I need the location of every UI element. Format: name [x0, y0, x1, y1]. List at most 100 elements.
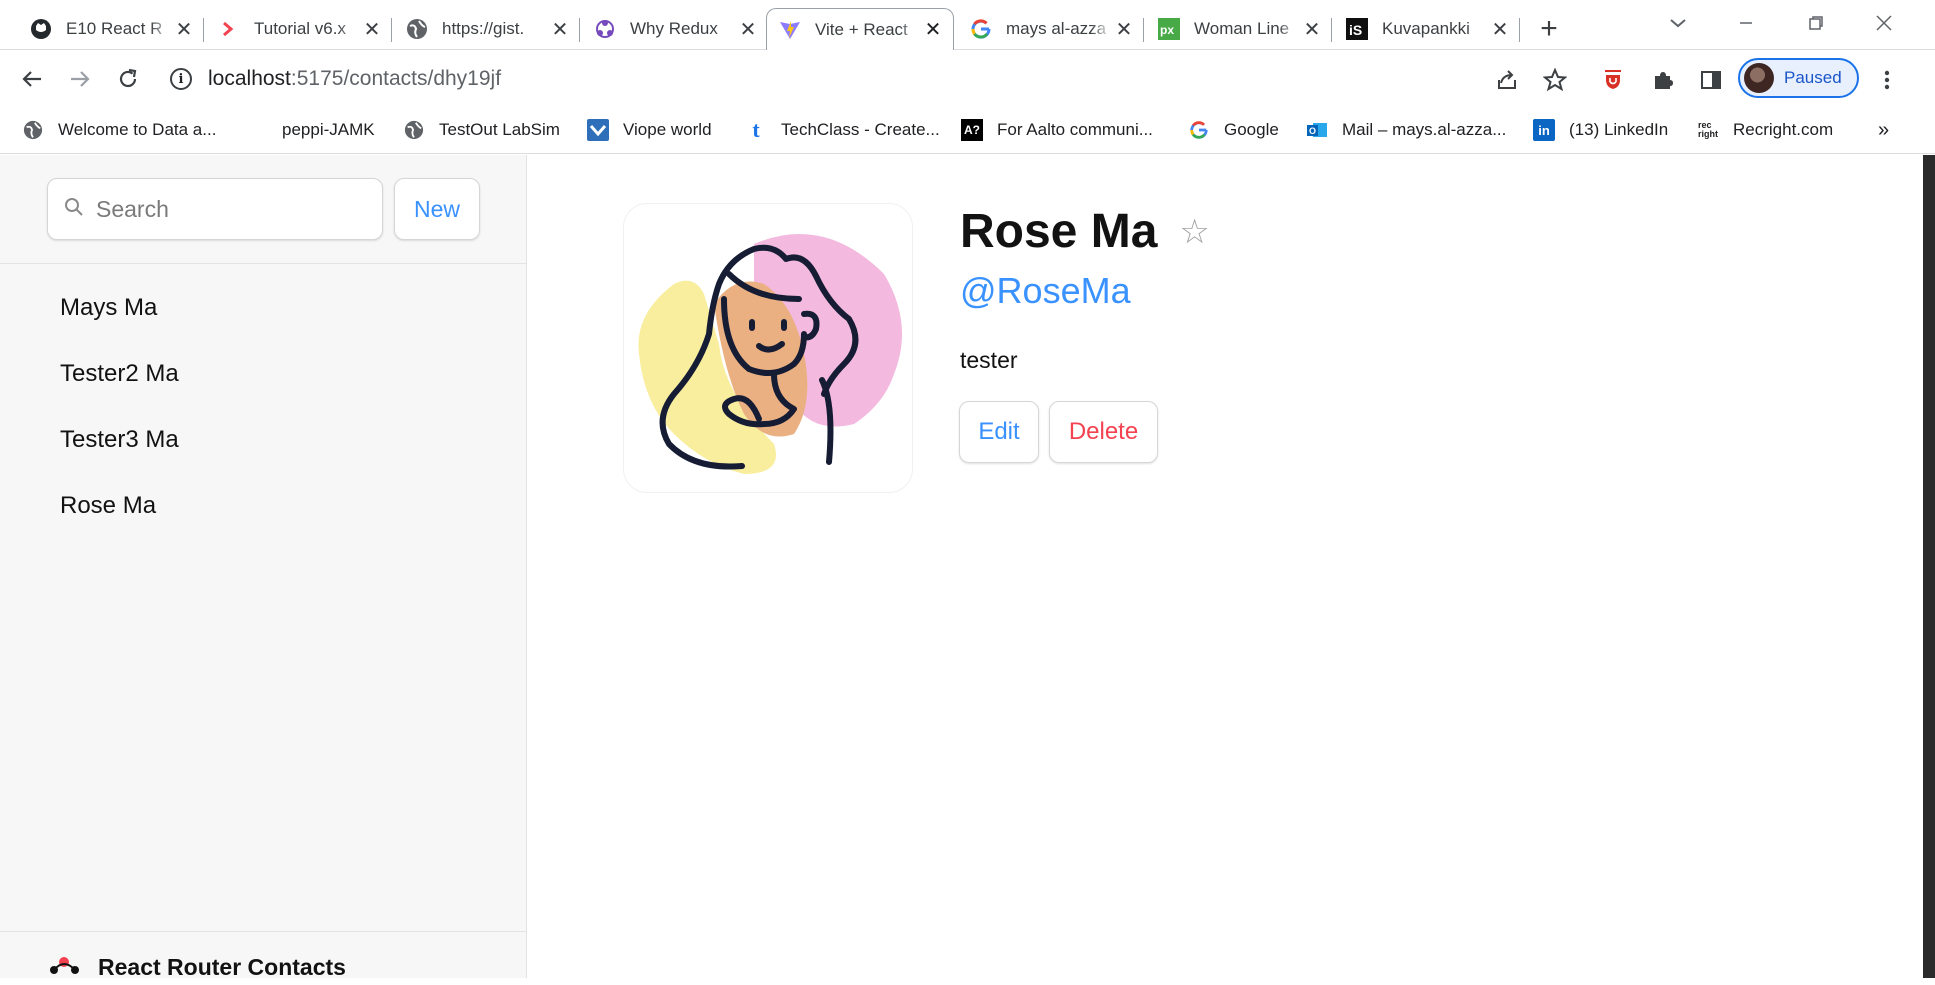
close-icon[interactable]: ✕ [172, 17, 196, 41]
svg-text:iS: iS [1349, 22, 1362, 38]
linkedin-icon: in [1533, 119, 1555, 141]
vite-icon [779, 19, 801, 41]
profile-status-label: Paused [1784, 68, 1842, 87]
tab-title: E10 React R [66, 19, 163, 38]
browser-tab[interactable]: https://gist. ✕ [394, 8, 580, 50]
close-icon[interactable]: ✕ [360, 17, 384, 41]
footer-brand: React Router Contacts [98, 954, 346, 980]
github-icon [30, 18, 52, 40]
contact-list-item[interactable]: Tester3 Ma [0, 407, 526, 473]
tab-title: Tutorial v6.x [254, 19, 346, 38]
new-tab-plus-icon[interactable]: + [1532, 12, 1566, 46]
contact-name-text: Rose Ma [960, 205, 1158, 258]
address-bar[interactable]: i localhost:5175/contacts/dhy19jf [170, 59, 1470, 99]
profile-button[interactable]: Paused [1738, 58, 1859, 98]
delete-button[interactable]: Delete [1049, 401, 1158, 463]
url-path: :5175/contacts/dhy19jf [290, 67, 502, 90]
search-input[interactable]: Search [47, 178, 383, 240]
browser-tab-active[interactable]: Vite + React ✕ [766, 8, 954, 50]
techclass-icon: t [752, 117, 760, 142]
bookmark-label: Viope world [623, 120, 712, 139]
search-placeholder: Search [96, 195, 169, 222]
google-icon [970, 18, 992, 40]
window-edge-strip [1923, 155, 1935, 978]
viope-icon [587, 119, 609, 141]
bookmark-item[interactable]: rec right Recright.com [1697, 116, 1833, 144]
close-icon[interactable]: ✕ [1300, 17, 1324, 41]
browser-tab[interactable]: px Woman Line ✕ [1146, 8, 1332, 50]
browser-tab[interactable]: Tutorial v6.x ✕ [206, 8, 392, 50]
sidebar-footer: React Router Contacts [0, 931, 526, 980]
globe-icon [403, 119, 425, 141]
search-icon [64, 197, 84, 222]
bookmark-item[interactable]: peppi-JAMK [282, 116, 375, 144]
bookmark-star-icon[interactable] [1540, 65, 1570, 95]
close-icon[interactable]: ✕ [921, 18, 945, 42]
extension-shield-icon[interactable] [1598, 65, 1628, 95]
bookmark-label: Recright.com [1733, 120, 1834, 139]
react-router-logo-icon [46, 954, 82, 980]
bookmark-item[interactable]: Google [1188, 116, 1279, 144]
recright-icon: rec right [1698, 120, 1718, 139]
bookmark-item[interactable]: in (13) LinkedIn [1533, 116, 1668, 144]
close-icon[interactable]: ✕ [1112, 17, 1136, 41]
restore-icon[interactable] [1796, 8, 1836, 38]
browser-tab[interactable]: mays al-azza ✕ [958, 8, 1144, 50]
tab-separator [1519, 18, 1520, 42]
tab-title: mays al-azza [1006, 19, 1107, 38]
browser-tab[interactable]: Why Redux ✕ [582, 8, 768, 50]
bookmark-label: (13) LinkedIn [1569, 120, 1669, 139]
back-arrow-icon[interactable] [16, 63, 48, 95]
tab-search-chevron-icon[interactable] [1658, 8, 1698, 38]
kebab-menu-icon[interactable] [1872, 65, 1902, 95]
pixabay-icon: px [1158, 18, 1180, 40]
tab-separator [1143, 18, 1144, 42]
close-window-icon[interactable] [1864, 8, 1904, 38]
aalto-icon: A? [961, 119, 983, 141]
favorite-star-icon[interactable]: ☆ [1179, 212, 1209, 252]
new-contact-button[interactable]: New [394, 178, 480, 240]
minimize-icon[interactable] [1726, 8, 1766, 38]
edit-button[interactable]: Edit [959, 401, 1039, 463]
reload-icon[interactable] [112, 63, 144, 95]
browser-tab[interactable]: iS Kuvapankki ✕ [1334, 8, 1520, 50]
redux-icon [594, 18, 616, 40]
extensions-puzzle-icon[interactable] [1648, 65, 1678, 95]
sidebar-search-row: Search New [0, 155, 526, 264]
browser-toolbar: i localhost:5175/contacts/dhy19jf Paused [0, 51, 1935, 106]
bookmarks-bar: Welcome to Data a... peppi-JAMK TestOut … [0, 106, 1935, 154]
tab-separator [203, 18, 204, 42]
bookmarks-overflow-icon[interactable]: » [1878, 116, 1889, 144]
tab-separator [1331, 18, 1332, 42]
share-icon[interactable] [1492, 65, 1522, 95]
contact-list-item[interactable]: Tester2 Ma [0, 341, 526, 407]
side-panel-icon[interactable] [1696, 65, 1726, 95]
tab-title: Kuvapankki [1382, 19, 1470, 38]
bookmark-item[interactable]: TestOut LabSim [403, 116, 560, 144]
close-icon[interactable]: ✕ [548, 17, 572, 41]
tab-title: Woman Line [1194, 19, 1290, 38]
bookmark-label: For Aalto communi... [997, 120, 1153, 139]
contact-name: Rose Ma ☆ [960, 204, 1210, 259]
bookmark-item[interactable]: t TechClass - Create... [745, 116, 939, 144]
bookmark-label: TestOut LabSim [439, 120, 560, 139]
close-icon[interactable]: ✕ [1488, 17, 1512, 41]
contact-list-item[interactable]: Rose Ma [0, 473, 526, 539]
contact-handle-link[interactable]: @RoseMa [960, 270, 1131, 312]
globe-icon [406, 18, 428, 40]
bookmark-item[interactable]: Welcome to Data a... [22, 116, 216, 144]
tab-title: https://gist. [442, 19, 525, 38]
bookmark-label: Welcome to Data a... [58, 120, 217, 139]
site-info-icon[interactable]: i [170, 68, 192, 90]
browser-tab-strip: E10 React R ✕ Tutorial v6.x ✕ https://gi… [0, 0, 1935, 50]
bookmark-item[interactable]: O Mail – mays.al-azza... [1306, 116, 1506, 144]
browser-tab[interactable]: E10 React R ✕ [18, 8, 204, 50]
forward-arrow-icon[interactable] [64, 63, 96, 95]
contact-detail: Rose Ma ☆ @RoseMa tester Edit Delete [528, 155, 1923, 978]
bookmark-item[interactable]: A? For Aalto communi... [961, 116, 1153, 144]
woman-line-illustration [638, 234, 902, 474]
bookmark-item[interactable]: Viope world [587, 116, 712, 144]
close-icon[interactable]: ✕ [736, 17, 760, 41]
react-router-icon [218, 18, 240, 40]
contact-list-item[interactable]: Mays Ma [0, 275, 526, 341]
